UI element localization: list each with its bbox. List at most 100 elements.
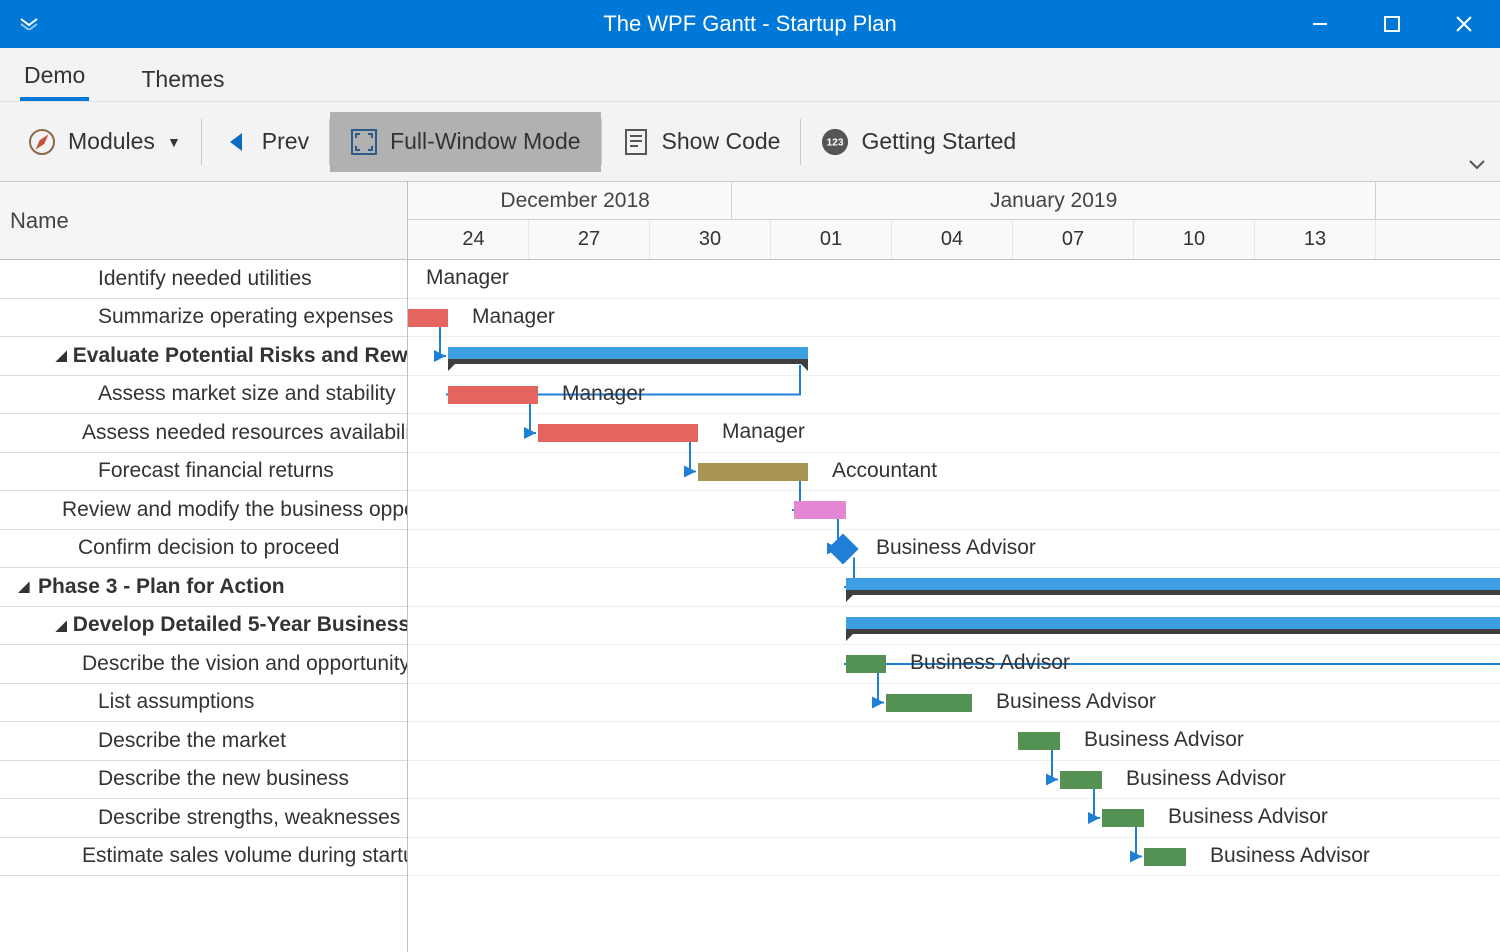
task-label: Assess market size and stability [92, 382, 396, 406]
123-icon: 123 [821, 128, 849, 156]
chart-row [408, 799, 1500, 838]
gantt-summary-bar[interactable] [846, 617, 1500, 634]
close-button[interactable] [1428, 0, 1500, 48]
gantt-task-bar[interactable] [794, 501, 846, 519]
task-label: Assess needed resources availability [76, 421, 407, 445]
modules-dropdown[interactable]: Modules ▼ [8, 112, 201, 172]
gantt-task-bar[interactable] [1144, 848, 1186, 866]
getting-started-label: Getting Started [861, 128, 1016, 155]
maximize-button[interactable] [1356, 0, 1428, 48]
tree-row[interactable]: Describe the new business [0, 761, 407, 800]
task-resource-label: Business Advisor [1210, 844, 1370, 868]
task-label: Develop Detailed 5-Year Business Plan [67, 613, 407, 637]
chart-row [408, 260, 1500, 299]
timeline-month: January 2019 [732, 182, 1376, 219]
tree-row[interactable]: Review and modify the business opportuni… [0, 491, 407, 530]
tree-column-header[interactable]: Name [0, 182, 407, 260]
gantt-task-bar[interactable] [886, 694, 972, 712]
tree-row[interactable]: ◢Develop Detailed 5-Year Business Plan [0, 607, 407, 646]
tree-row[interactable]: Confirm decision to proceed [0, 530, 407, 569]
timeline-day: 13 [1255, 220, 1376, 259]
collapse-ribbon-icon[interactable] [1468, 153, 1488, 173]
task-label: List assumptions [92, 690, 254, 714]
task-resource-label: Business Advisor [1084, 728, 1244, 752]
qat-dropdown-icon[interactable] [12, 7, 46, 41]
chart-row [408, 453, 1500, 492]
tree-row[interactable]: Describe strengths, weaknesses [0, 799, 407, 838]
task-resource-label: Business Advisor [1126, 767, 1286, 791]
timeline-day: 07 [1013, 220, 1134, 259]
tree-row[interactable]: Describe the market [0, 722, 407, 761]
prev-button[interactable]: Prev [202, 112, 329, 172]
getting-started-button[interactable]: 123 Getting Started [801, 112, 1036, 172]
titlebar: The WPF Gantt - Startup Plan [0, 0, 1500, 48]
timeline-day: 04 [892, 220, 1013, 259]
gantt-task-bar[interactable] [846, 655, 886, 673]
timeline-day: 30 [650, 220, 771, 259]
chart-row [408, 722, 1500, 761]
task-label: Summarize operating expenses [92, 305, 393, 329]
window-controls [1284, 0, 1500, 48]
tab-themes[interactable]: Themes [137, 56, 228, 101]
tab-demo[interactable]: Demo [20, 52, 89, 101]
chart-row [408, 761, 1500, 800]
task-label: Phase 3 - Plan for Action [32, 575, 285, 599]
task-resource-label: Accountant [832, 459, 937, 483]
gantt-container: Name Identify needed utilities Summarize … [0, 182, 1500, 952]
expand-arrow-icon[interactable]: ◢ [16, 578, 32, 595]
gantt-task-bar[interactable] [538, 424, 698, 442]
task-label: Describe the new business [92, 767, 349, 791]
tree-row[interactable]: Describe the vision and opportunity [0, 645, 407, 684]
gantt-task-bar[interactable] [1102, 809, 1144, 827]
svg-text:123: 123 [827, 137, 844, 148]
gantt-task-bar[interactable] [1018, 732, 1060, 750]
prev-icon [222, 128, 250, 156]
chart-row [408, 299, 1500, 338]
tree-row[interactable]: List assumptions [0, 684, 407, 723]
tree-row[interactable]: Estimate sales volume during startup [0, 838, 407, 877]
show-code-button[interactable]: Show Code [602, 112, 801, 172]
tree-row[interactable]: Assess market size and stability [0, 376, 407, 415]
gantt-summary-bar[interactable] [448, 347, 808, 364]
task-resource-label: Business Advisor [910, 651, 1070, 675]
full-window-mode-button[interactable]: Full-Window Mode [330, 112, 600, 172]
window-title: The WPF Gantt - Startup Plan [603, 11, 896, 37]
ribbon-tabs: Demo Themes [0, 48, 1500, 102]
expand-arrow-icon[interactable]: ◢ [56, 347, 67, 364]
minimize-button[interactable] [1284, 0, 1356, 48]
task-label: Describe strengths, weaknesses [92, 806, 400, 830]
show-code-label: Show Code [662, 128, 781, 155]
task-resource-label: Manager [472, 305, 555, 329]
tree-rows: Identify needed utilities Summarize opera… [0, 260, 407, 876]
toolbar: Modules ▼ Prev Full-Window Mode Show Cod… [0, 102, 1500, 182]
gantt-task-bar[interactable] [408, 309, 448, 327]
task-label: Review and modify the business opportuni… [56, 498, 407, 522]
task-tree-panel: Name Identify needed utilities Summarize … [0, 182, 408, 952]
expand-arrow-icon[interactable]: ◢ [56, 617, 67, 634]
task-resource-label: Manager [562, 382, 645, 406]
task-label: Estimate sales volume during startup [76, 844, 407, 868]
fullscreen-icon [350, 128, 378, 156]
tree-row[interactable]: ◢Evaluate Potential Risks and Rewards [0, 337, 407, 376]
tree-row[interactable]: ◢Phase 3 - Plan for Action [0, 568, 407, 607]
gantt-task-bar[interactable] [698, 463, 808, 481]
gantt-task-bar[interactable] [448, 386, 538, 404]
task-label: Evaluate Potential Risks and Rewards [67, 344, 407, 368]
task-label: Describe the vision and opportunity [76, 652, 407, 676]
gantt-summary-bar[interactable] [846, 578, 1500, 595]
tree-row[interactable]: Assess needed resources availability [0, 414, 407, 453]
task-resource-label: Manager [426, 266, 509, 290]
task-label: Describe the market [92, 729, 286, 753]
task-resource-label: Manager [722, 420, 805, 444]
gantt-chart-panel: December 2018January 2019 24273001040710… [408, 182, 1500, 952]
task-resource-label: Business Advisor [996, 690, 1156, 714]
gantt-task-bar[interactable] [1060, 771, 1102, 789]
task-label: Forecast financial returns [92, 459, 334, 483]
task-label: Identify needed utilities [92, 267, 312, 291]
tree-row[interactable]: Forecast financial returns [0, 453, 407, 492]
gantt-chart-body[interactable]: Manager Manager Manager Manager Accountant Bu… [408, 260, 1500, 952]
timeline-day: 24 [419, 220, 529, 259]
tree-row[interactable]: Summarize operating expenses [0, 299, 407, 338]
tree-row[interactable]: Identify needed utilities [0, 260, 407, 299]
timeline-day: 10 [1134, 220, 1255, 259]
